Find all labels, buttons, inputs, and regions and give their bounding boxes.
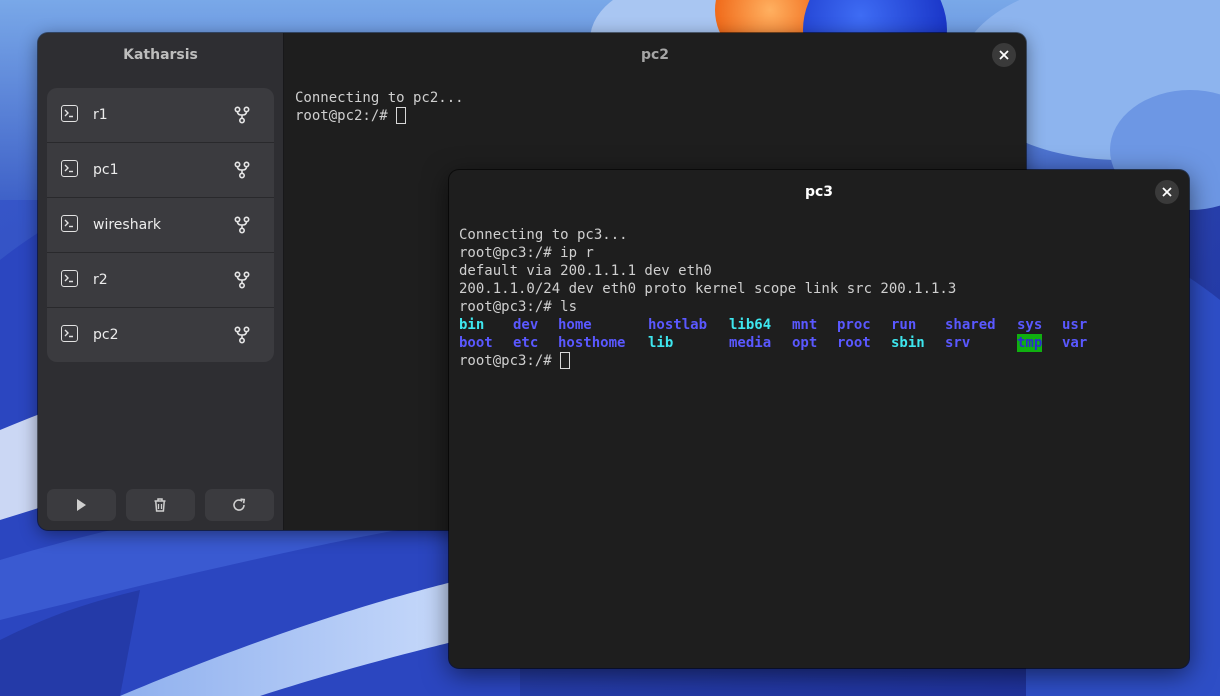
- device-label: pc1: [93, 162, 119, 178]
- terminal-line: root@pc3:/#: [459, 352, 571, 370]
- terminal-icon: [61, 215, 78, 232]
- device-item-r2[interactable]: r2: [47, 253, 274, 308]
- ls-entry-boot: boot: [459, 335, 493, 351]
- pc3-terminal-output[interactable]: Connecting to pc3... root@pc3:/# ip r defa…: [459, 226, 956, 316]
- ls-entry-var: var: [1062, 335, 1088, 351]
- sidebar: Katharsis r1 pc1 wireshark r2 pc2: [38, 33, 284, 530]
- ls-entry-home: home: [558, 317, 592, 333]
- ls-entry-lib64: lib64: [729, 317, 772, 333]
- ls-entry-hostlab: hostlab: [648, 317, 708, 333]
- terminal-line: Connecting to pc3...: [459, 227, 628, 243]
- network-connect-icon[interactable]: [233, 106, 251, 124]
- ls-entry-srv: srv: [945, 335, 971, 351]
- ls-entry-opt: opt: [792, 335, 818, 351]
- ls-entry-shared: shared: [945, 317, 996, 333]
- terminal-prompt: root@pc3:/#: [459, 353, 561, 369]
- device-item-pc1[interactable]: pc1: [47, 143, 274, 198]
- terminal-line: root@pc2:/#: [295, 107, 464, 125]
- device-item-pc2[interactable]: pc2: [47, 308, 274, 362]
- app-title: Katharsis: [123, 47, 198, 63]
- device-item-r1[interactable]: r1: [47, 88, 274, 143]
- terminal-cursor: [560, 352, 571, 369]
- close-button[interactable]: [1155, 180, 1179, 204]
- ls-entry-root: root: [837, 335, 871, 351]
- terminal-icon: [61, 160, 78, 177]
- trash-icon: [154, 498, 166, 512]
- device-list: r1 pc1 wireshark r2 pc2: [47, 88, 274, 362]
- close-icon: [999, 50, 1009, 60]
- ls-entry-tmp: tmp: [1017, 334, 1043, 352]
- ls-entry-proc: proc: [837, 317, 871, 333]
- network-connect-icon[interactable]: [233, 216, 251, 234]
- close-button[interactable]: [992, 43, 1016, 67]
- ls-entry-bin: bin: [459, 317, 485, 333]
- ls-entry-run: run: [891, 317, 917, 333]
- device-label: wireshark: [93, 217, 162, 233]
- network-connect-icon[interactable]: [233, 161, 251, 179]
- ls-entry-hosthome: hosthome: [558, 335, 626, 351]
- play-icon: [77, 499, 86, 511]
- close-icon: [1162, 187, 1172, 197]
- ls-entry-sys: sys: [1017, 317, 1043, 333]
- terminal-line: Connecting to pc2...: [295, 90, 464, 106]
- network-connect-icon[interactable]: [233, 271, 251, 289]
- terminal-line: 200.1.1.0/24 dev eth0 proto kernel scope…: [459, 281, 957, 297]
- device-label: r1: [93, 107, 108, 123]
- terminal-line: default via 200.1.1.1 dev eth0: [459, 263, 712, 279]
- ls-entry-usr: usr: [1062, 317, 1088, 333]
- ls-entry-dev: dev: [513, 317, 539, 333]
- refresh-icon: [233, 498, 246, 511]
- delete-lab-button[interactable]: [126, 489, 195, 521]
- ls-entry-media: media: [729, 335, 772, 351]
- pc2-title: pc2: [640, 47, 670, 63]
- device-label: pc2: [93, 327, 119, 343]
- device-label: r2: [93, 272, 108, 288]
- ls-entry-lib: lib: [648, 335, 674, 351]
- restart-lab-button[interactable]: [205, 489, 274, 521]
- terminal-icon: [61, 325, 78, 342]
- ls-entry-mnt: mnt: [792, 317, 818, 333]
- terminal-icon: [61, 105, 78, 122]
- terminal-prompt: root@pc2:/#: [295, 108, 397, 124]
- pc3-terminal-window[interactable]: pc3 Connecting to pc3... root@pc3:/# ip r…: [449, 170, 1189, 668]
- sidebar-toolbar: [47, 489, 274, 521]
- network-connect-icon[interactable]: [233, 326, 251, 344]
- terminal-icon: [61, 270, 78, 287]
- ls-entry-etc: etc: [513, 335, 539, 351]
- terminal-cursor: [396, 107, 407, 124]
- terminal-line: root@pc3:/# ip r: [459, 245, 594, 261]
- start-lab-button[interactable]: [47, 489, 116, 521]
- ls-entry-sbin: sbin: [891, 335, 925, 351]
- terminal-line: root@pc3:/# ls: [459, 299, 578, 315]
- pc2-terminal-output[interactable]: Connecting to pc2... root@pc2:/#: [295, 89, 464, 125]
- device-item-wireshark[interactable]: wireshark: [47, 198, 274, 253]
- pc3-title: pc3: [804, 184, 834, 200]
